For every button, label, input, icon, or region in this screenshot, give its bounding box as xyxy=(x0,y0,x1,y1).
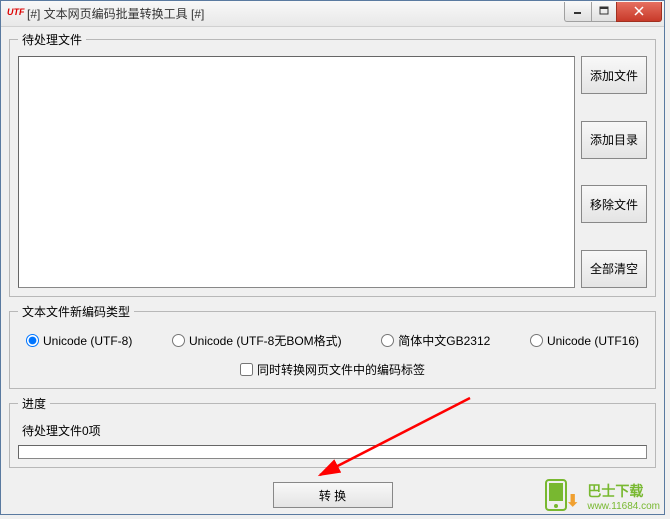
radio-utf8-nobom-label: Unicode (UTF-8无BOM格式) xyxy=(189,332,342,349)
add-dir-button[interactable]: 添加目录 xyxy=(581,121,647,159)
radio-utf8-label: Unicode (UTF-8) xyxy=(43,334,132,348)
encoding-group-label: 文本文件新编码类型 xyxy=(18,303,134,320)
radio-gb2312-label: 简体中文GB2312 xyxy=(398,332,490,349)
file-listbox[interactable] xyxy=(18,56,575,288)
radio-gb2312[interactable]: 简体中文GB2312 xyxy=(381,332,490,349)
watermark-name: 巴士下载 xyxy=(587,481,660,501)
watermark-url: www.11684.com xyxy=(587,501,660,512)
encoding-radios-row: Unicode (UTF-8) Unicode (UTF-8无BOM格式) 简体… xyxy=(18,328,647,353)
watermark: ⬇ 巴士下载 www.11684.com xyxy=(541,479,660,513)
radio-utf8-nobom[interactable]: Unicode (UTF-8无BOM格式) xyxy=(172,332,342,349)
clear-all-button[interactable]: 全部清空 xyxy=(581,250,647,288)
app-window: UTF [#] 文本网页编码批量转换工具 [#] 待处理文件 添加文件 添加目录… xyxy=(0,0,665,515)
files-group: 待处理文件 添加文件 添加目录 移除文件 全部清空 xyxy=(9,31,656,297)
radio-utf8-input[interactable] xyxy=(26,334,39,347)
radio-utf8-nobom-input[interactable] xyxy=(172,334,185,347)
content-area: 待处理文件 添加文件 添加目录 移除文件 全部清空 文本文件新编码类型 Unic… xyxy=(1,27,664,516)
app-icon: UTF xyxy=(7,7,23,21)
remove-file-button[interactable]: 移除文件 xyxy=(581,185,647,223)
add-file-button[interactable]: 添加文件 xyxy=(581,56,647,94)
minimize-button[interactable] xyxy=(564,2,592,22)
progress-bar xyxy=(18,445,647,459)
radio-gb2312-input[interactable] xyxy=(381,334,394,347)
radio-utf16[interactable]: Unicode (UTF16) xyxy=(530,334,639,348)
progress-group-label: 进度 xyxy=(18,395,50,412)
radio-utf16-input[interactable] xyxy=(530,334,543,347)
watermark-icon: ⬇ xyxy=(541,479,581,513)
encoding-group: 文本文件新编码类型 Unicode (UTF-8) Unicode (UTF-8… xyxy=(9,303,656,389)
radio-utf16-label: Unicode (UTF16) xyxy=(547,334,639,348)
convert-button[interactable]: 转 换 xyxy=(273,482,393,508)
window-controls xyxy=(565,2,662,22)
maximize-button[interactable] xyxy=(591,2,617,22)
close-button[interactable] xyxy=(616,2,662,22)
checkbox-row: 同时转换网页文件中的编码标签 xyxy=(18,353,647,380)
file-buttons-column: 添加文件 添加目录 移除文件 全部清空 xyxy=(581,56,647,288)
files-group-label: 待处理文件 xyxy=(18,31,86,48)
convert-html-tag-label: 同时转换网页文件中的编码标签 xyxy=(257,361,425,378)
radio-utf8[interactable]: Unicode (UTF-8) xyxy=(26,334,132,348)
window-title: [#] 文本网页编码批量转换工具 [#] xyxy=(27,5,565,22)
convert-html-tag-checkbox[interactable] xyxy=(240,363,253,376)
titlebar[interactable]: UTF [#] 文本网页编码批量转换工具 [#] xyxy=(1,1,664,27)
progress-text: 待处理文件0项 xyxy=(18,420,647,445)
progress-group: 进度 待处理文件0项 xyxy=(9,395,656,468)
